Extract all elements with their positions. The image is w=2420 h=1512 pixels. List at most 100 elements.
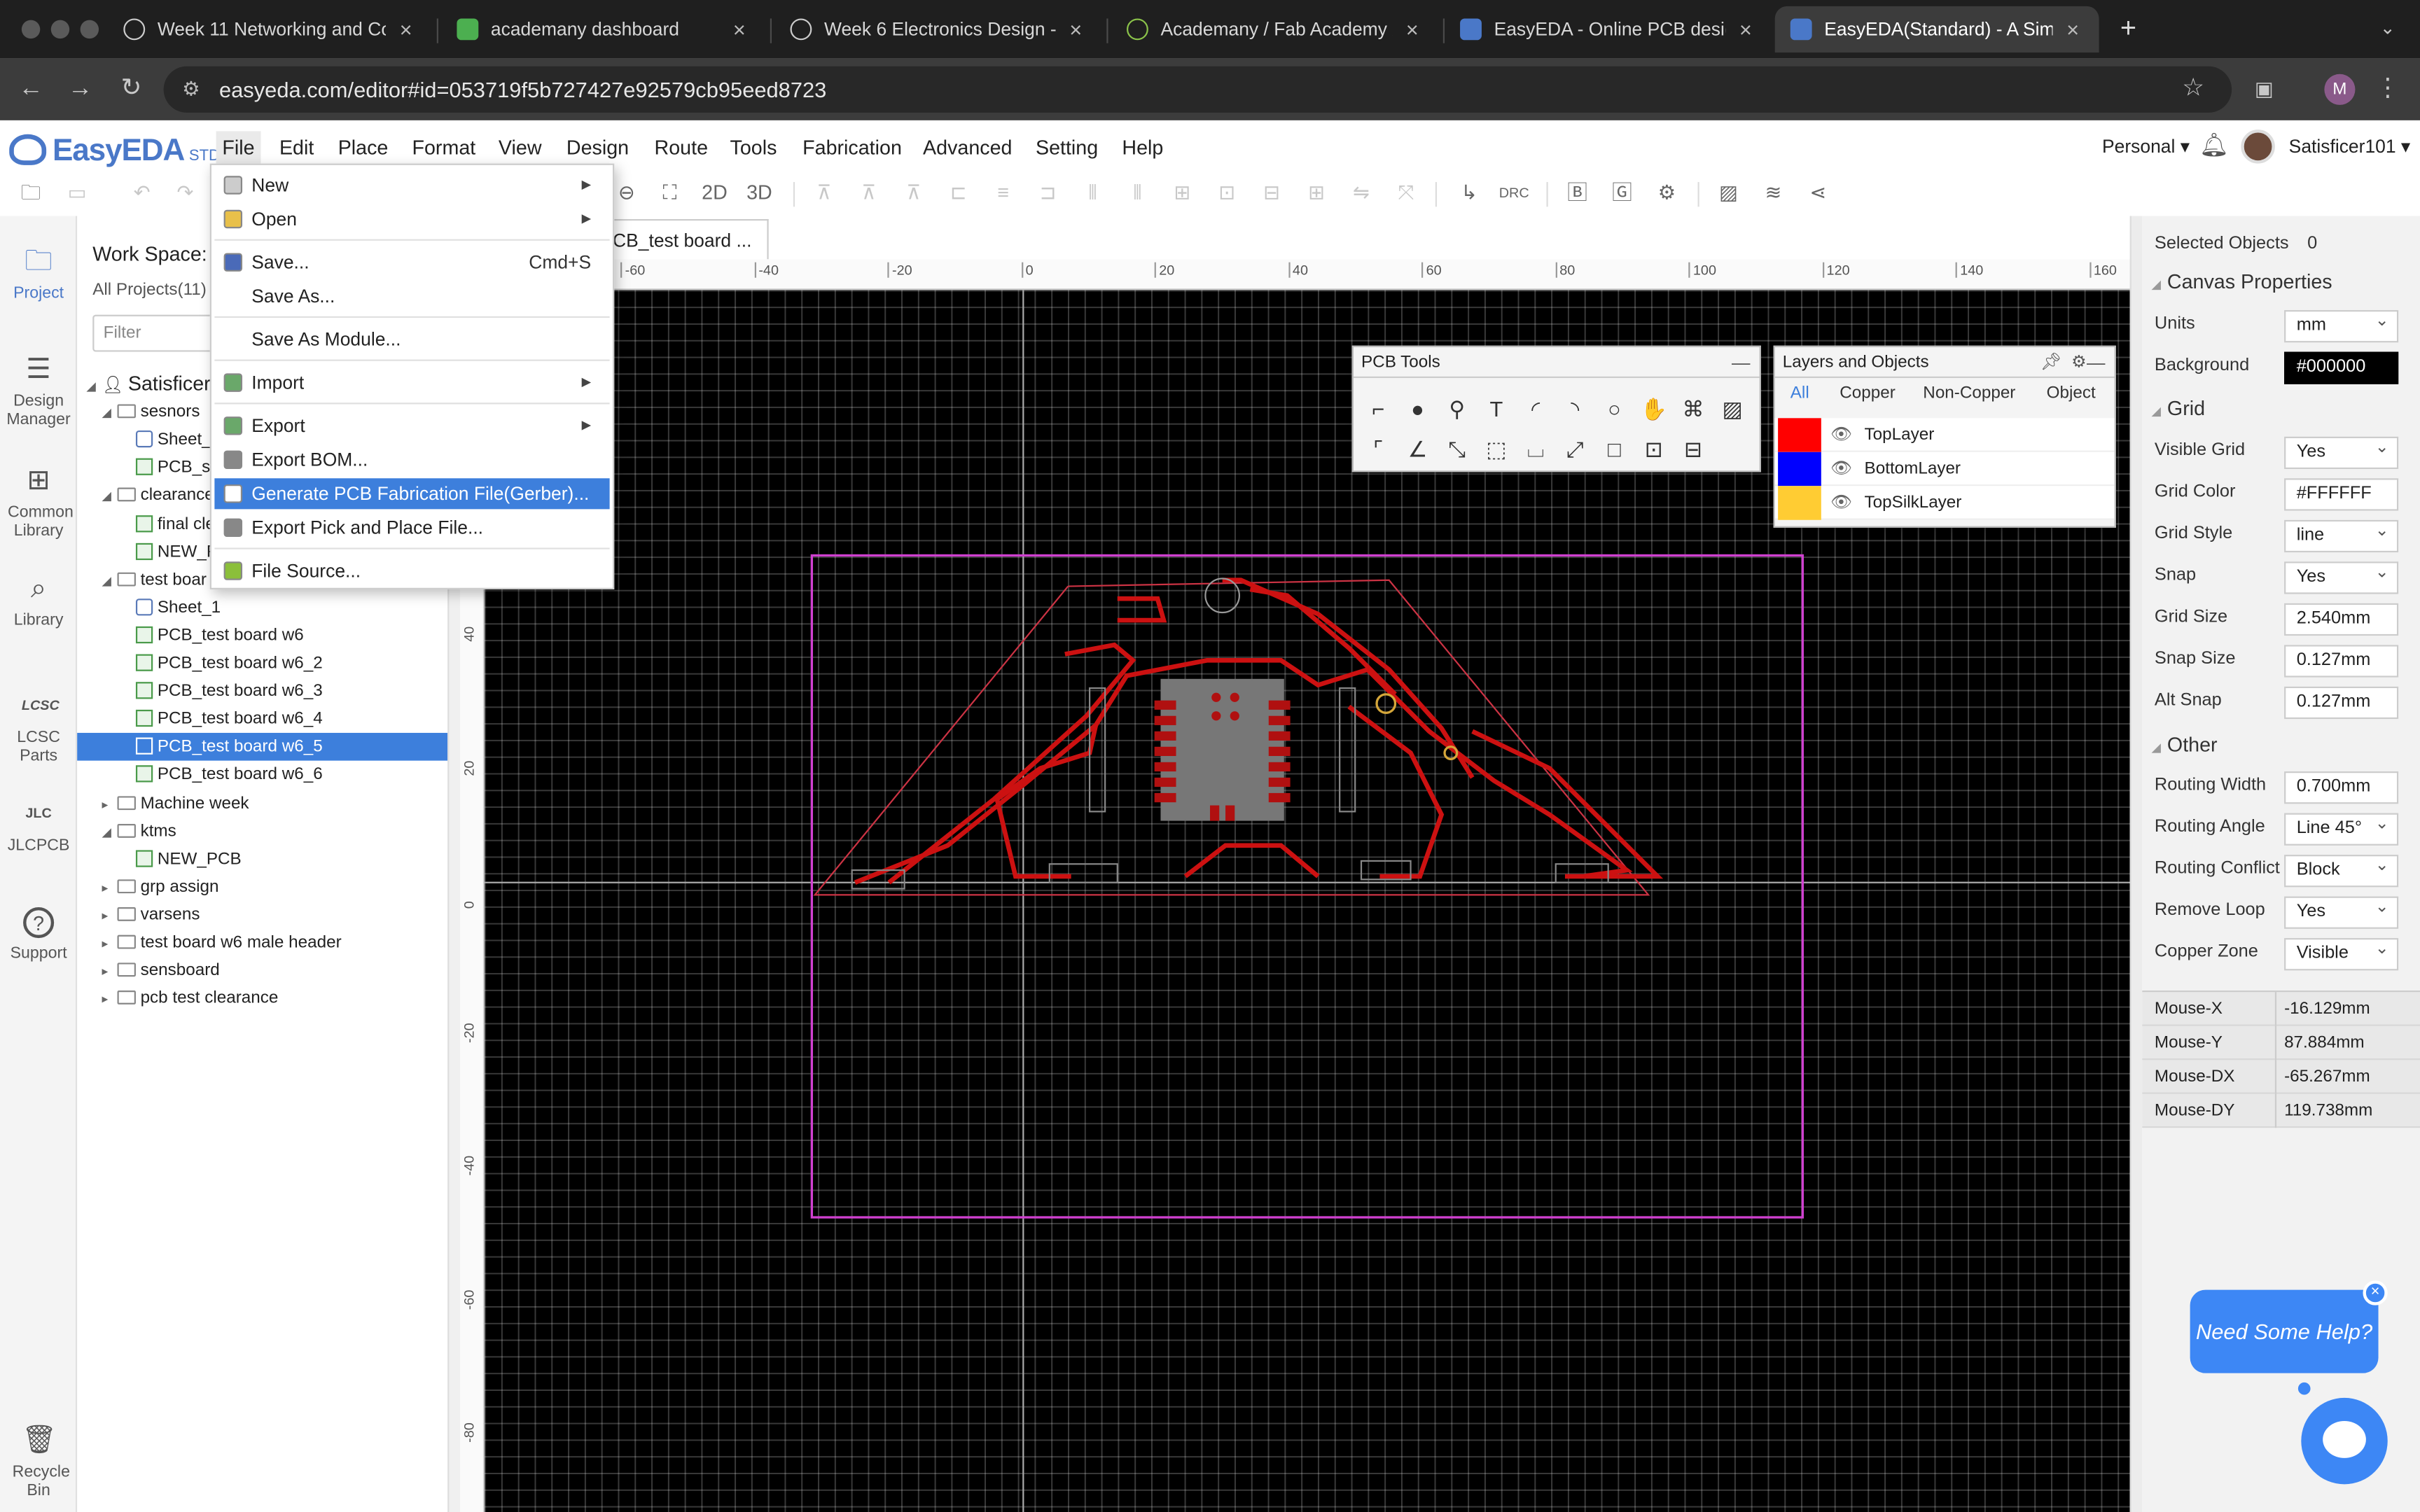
menu-item-save-as[interactable]: Save As... — [214, 281, 609, 312]
rail-design-manager[interactable]: ☰ Design Manager — [0, 352, 77, 429]
site-settings-icon[interactable]: ⚙ — [182, 66, 200, 113]
browser-tab[interactable]: EasyEDA - Online PCB design × — [1445, 6, 1772, 52]
other-header[interactable]: ◢ Other — [2152, 733, 2218, 756]
routing-conflict-select[interactable]: Block — [2284, 852, 2399, 888]
user-menu[interactable]: Satisficer101 ▾ — [2289, 136, 2411, 158]
routing-width-input[interactable]: 0.700mm — [2284, 771, 2399, 804]
close-tab-icon[interactable]: × — [1401, 17, 1423, 41]
fit-view-icon[interactable]: ⛶ — [655, 177, 686, 208]
bom-icon[interactable]: 🄱 — [1562, 177, 1593, 208]
collapsed-arrow-icon[interactable]: ▸ — [102, 902, 117, 930]
redo-icon[interactable]: ↷ — [169, 177, 200, 208]
eye-icon[interactable]: 👁︎ — [1830, 486, 1852, 519]
all-projects-label[interactable]: All Projects(11) — [92, 281, 207, 299]
gerber-icon[interactable]: 🄶 — [1606, 177, 1637, 208]
region-icon[interactable]: ⬚ — [1481, 433, 1512, 464]
arc2-icon[interactable]: ◝ — [1559, 393, 1590, 424]
arc-icon[interactable]: ◜ — [1520, 393, 1551, 424]
browser-menu-icon[interactable]: ⋮ — [2370, 73, 2404, 106]
pin-icon[interactable]: 📌︎ — [2040, 347, 2062, 378]
view-2d-button[interactable]: 2D — [697, 177, 731, 208]
collapsed-arrow-icon[interactable]: ▸ — [102, 874, 117, 902]
window-minimize-button[interactable] — [50, 20, 70, 39]
close-tab-icon[interactable]: × — [1065, 17, 1087, 41]
tree-folder[interactable]: ▸ test board w6 male header — [77, 929, 447, 957]
align-middle-icon[interactable]: ⊼ — [854, 177, 884, 208]
alt-snap-input[interactable]: 0.127mm — [2284, 686, 2399, 720]
reload-icon[interactable]: ↻ — [114, 73, 148, 106]
notifications-bell-icon[interactable]: 🔔︎ — [2199, 131, 2229, 159]
chat-button[interactable] — [2301, 1397, 2388, 1485]
align-top-icon[interactable]: ⊼ — [809, 177, 840, 208]
pin-icon[interactable]: ⚲ — [1442, 393, 1473, 424]
menu-item-open[interactable]: Open ▶ — [214, 204, 609, 234]
tab-search-icon[interactable]: ⌄ — [2370, 10, 2404, 44]
share-icon[interactable]: ⋖ — [1802, 177, 1833, 208]
expanded-arrow-icon[interactable]: ◢ — [102, 818, 117, 846]
tree-item[interactable]: Sheet_1 — [77, 594, 447, 622]
menu-item-import[interactable]: Import ▶ — [214, 368, 609, 398]
rail-support[interactable]: ? Support — [0, 907, 77, 962]
image-icon[interactable]: ▨ — [1717, 393, 1748, 424]
user-avatar[interactable] — [2241, 130, 2275, 164]
distribute-v-icon[interactable]: ⫴ — [1122, 177, 1153, 208]
workspace-mode-dropdown[interactable]: Personal ▾ — [2102, 136, 2190, 158]
connect-icon[interactable]: ⤢ — [1559, 433, 1590, 464]
component-icon[interactable]: ⌘ — [1678, 393, 1709, 424]
collapsed-arrow-icon[interactable]: ▸ — [102, 958, 117, 986]
menu-item-file-source[interactable]: File Source... — [214, 555, 609, 586]
tree-item[interactable]: PCB_test board w6_3 — [77, 678, 447, 706]
gear-box-icon[interactable]: ⚙ — [1651, 177, 1682, 208]
snap-size-input[interactable]: 0.127mm — [2284, 645, 2399, 678]
menu-item-generate-gerber[interactable]: Generate PCB Fabrication File(Gerber)... — [214, 478, 610, 510]
align-right-icon[interactable]: ⊐ — [1033, 177, 1064, 208]
tree-item[interactable]: NEW_PCB — [77, 845, 447, 873]
menu-item-new[interactable]: New ▶ — [214, 169, 609, 200]
collapsed-arrow-icon[interactable]: ▸ — [102, 986, 117, 1014]
layers-icon[interactable]: ≋ — [1758, 177, 1788, 208]
minimize-icon[interactable]: — — [2087, 347, 2105, 378]
distribute-h-icon[interactable]: ⫴ — [1077, 177, 1108, 208]
track-icon[interactable]: ⌜ — [1363, 433, 1393, 464]
tree-folder[interactable]: ▸ grp assign — [77, 873, 447, 901]
image-icon[interactable]: ▨ — [1713, 177, 1744, 208]
tree-folder[interactable]: ▸ Machine week — [77, 789, 447, 817]
document-tab[interactable]: CB_test board ... — [601, 218, 769, 260]
wire-icon[interactable]: ⌐ — [1363, 393, 1393, 424]
save-icon[interactable]: ▭ — [62, 177, 92, 208]
menu-place[interactable]: Place — [338, 136, 389, 159]
collapsed-arrow-icon[interactable]: ▸ — [102, 930, 117, 958]
tree-folder[interactable]: ◢ ktms — [77, 817, 447, 845]
layer-color-swatch[interactable] — [1778, 418, 1821, 452]
browser-tab-active[interactable]: EasyEDA(Standard) - A Simpl × — [1774, 6, 2099, 52]
grid-size-input[interactable]: 2.540mm — [2284, 603, 2399, 636]
align-bottom-icon[interactable]: ⊼ — [898, 177, 929, 208]
layer-color-swatch[interactable] — [1778, 451, 1821, 486]
layer-tab-non-copper[interactable]: Non-Copper — [1923, 384, 2015, 402]
layer-tab-all[interactable]: All — [1790, 384, 1809, 402]
array-icon[interactable]: ⊞ — [1301, 177, 1332, 208]
expanded-arrow-icon[interactable]: ◢ — [102, 400, 117, 428]
menu-help[interactable]: Help — [1122, 136, 1163, 159]
align-grid-icon[interactable]: ⊞ — [1167, 177, 1197, 208]
close-tab-icon[interactable]: × — [2062, 17, 2084, 41]
layer-row[interactable]: 👁︎ TopLayer — [1774, 418, 2115, 452]
minimize-icon[interactable]: — — [1732, 347, 1750, 378]
window-close-button[interactable] — [21, 20, 41, 39]
measure-icon[interactable]: ⤡ — [1442, 433, 1473, 464]
gear-icon[interactable]: ⚙ — [2071, 347, 2087, 378]
menu-view[interactable]: View — [499, 136, 542, 159]
grid-style-select[interactable]: line — [2284, 517, 2399, 553]
group-icon[interactable]: ⊡ — [1639, 433, 1669, 464]
eye-icon[interactable]: 👁︎ — [1830, 418, 1852, 451]
window-maximize-button[interactable] — [80, 20, 99, 39]
expanded-arrow-icon[interactable]: ◢ — [102, 484, 117, 512]
tree-item[interactable]: PCB_test board w6_6 — [77, 761, 447, 789]
layer-row[interactable]: 👁︎ TopSilkLayer — [1774, 486, 2115, 520]
grid-header[interactable]: ◢ Grid — [2152, 396, 2206, 419]
panel-icon[interactable]: ⊟ — [1678, 433, 1709, 464]
profile-avatar[interactable]: M — [2324, 74, 2356, 105]
menu-route[interactable]: Route — [655, 136, 708, 159]
route-icon[interactable]: ↳ — [1454, 177, 1484, 208]
zoom-out-icon[interactable]: ⊖ — [611, 177, 642, 208]
